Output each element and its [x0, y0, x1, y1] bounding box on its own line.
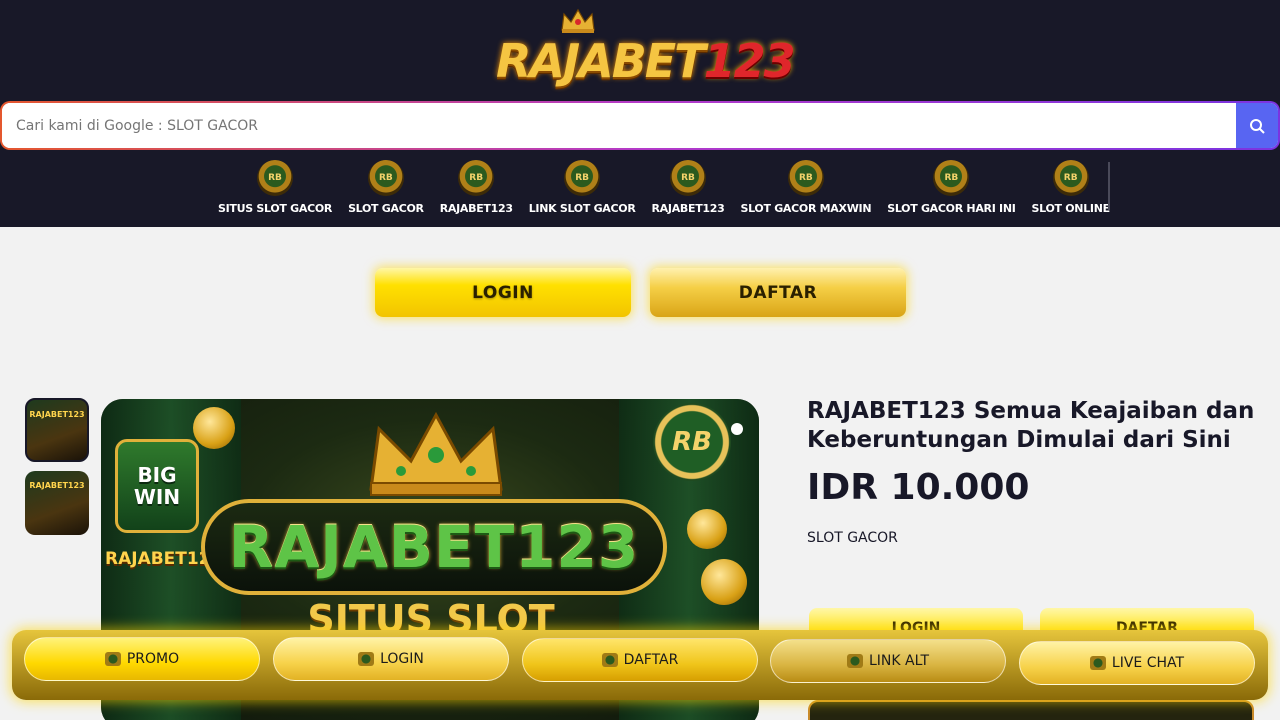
rb-chip-icon: RB [653, 403, 731, 481]
link-alt-label: LINK ALT [868, 653, 930, 669]
nav-item-rajabet123-2[interactable]: RB RAJABET123 [644, 160, 733, 216]
rb-badge-icon [1089, 656, 1106, 670]
nav-item-label: SITUS SLOT GACOR [218, 202, 333, 215]
rb-badge-icon: RB [787, 160, 824, 196]
gold-coin [687, 509, 727, 549]
thumbnail-caption: RAJABET123 [29, 410, 85, 419]
site-logo[interactable]: RAJABET123 [496, 8, 796, 88]
nav-badge-text: RB [469, 173, 484, 183]
promo-label: PROMO [126, 651, 180, 667]
logo-wordmark: RAJABET123 [496, 34, 796, 88]
nav-item-label: SLOT GACOR [348, 202, 424, 215]
nav-badge-text: RB [798, 173, 813, 183]
gold-coin [193, 407, 235, 449]
nav-item-situs-slot-gacor[interactable]: RB SITUS SLOT GACOR [210, 160, 340, 216]
category-nav: RB SITUS SLOT GACOR RB SLOT GACOR RB RAJ… [210, 160, 1118, 216]
nav-item-label: LINK SLOT GACOR [528, 202, 636, 215]
hero-title: RAJABET123 [228, 513, 640, 581]
nav-item-label: SLOT ONLINE [1031, 202, 1111, 215]
search-button[interactable] [1236, 103, 1278, 148]
login-button[interactable]: LOGIN [375, 268, 631, 317]
login-label: LOGIN [380, 651, 424, 667]
rb-badge-icon [846, 654, 863, 668]
daftar-button[interactable]: DAFTAR [650, 268, 906, 317]
nav-item-link-slot-gacor[interactable]: RB LINK SLOT GACOR [521, 160, 644, 216]
live-chat-button[interactable]: LIVE CHAT [1019, 641, 1255, 685]
rb-badge-icon [601, 653, 618, 667]
nav-item-label: RAJABET123 [439, 202, 513, 215]
bottom-daftar-button[interactable]: DAFTAR [522, 638, 758, 682]
link-alt-button[interactable]: LINK ALT [770, 639, 1006, 683]
nav-item-slot-gacor-hari-ini[interactable]: RB SLOT GACOR HARI INI [879, 160, 1023, 216]
logo-number: 123 [703, 34, 796, 88]
nav-badge-text: RB [268, 173, 282, 183]
rb-badge-icon: RB [458, 160, 495, 196]
crown-icon [561, 8, 595, 33]
product-price: IDR 10.000 [807, 467, 1030, 508]
nav-badge-text: RB [378, 173, 393, 183]
nav-badge-text: RB [1063, 173, 1078, 183]
gallery-thumbnail-1[interactable]: RAJABET123 [25, 398, 89, 462]
product-tag: SLOT GACOR [807, 530, 898, 546]
rb-badge-icon: RB [933, 160, 970, 196]
nav-item-rajabet123[interactable]: RB RAJABET123 [432, 160, 521, 216]
carousel-indicator[interactable] [731, 423, 743, 435]
search-icon [1250, 118, 1265, 134]
rb-badge-icon [358, 652, 375, 666]
gallery-thumbnail-2[interactable]: RAJABET123 [25, 471, 89, 535]
gold-coin [701, 559, 747, 605]
live-chat-label: LIVE CHAT [1111, 655, 1185, 671]
nav-item-label: SLOT GACOR MAXWIN [740, 202, 872, 215]
rb-badge-icon: RB [367, 160, 404, 196]
promo-button[interactable]: PROMO [24, 637, 260, 681]
nav-divider [1108, 162, 1110, 210]
nav-badge-text: RB [681, 173, 695, 183]
rb-badge-icon: RB [257, 160, 294, 196]
product-action-panel[interactable] [808, 700, 1254, 720]
nav-item-slot-online[interactable]: RB SLOT ONLINE [1024, 160, 1118, 216]
header: RAJABET123 RB SITUS SLOT GACOR RB SLOT G… [0, 0, 1280, 227]
nav-item-slot-gacor-maxwin[interactable]: RB SLOT GACOR MAXWIN [732, 160, 879, 216]
nav-item-label: SLOT GACOR HARI INI [887, 202, 1016, 215]
daftar-label: DAFTAR [623, 652, 679, 668]
product-title: RAJABET123 Semua Keajaiban dan Keberuntu… [807, 398, 1255, 453]
thumbnail-caption: RAJABET123 [29, 481, 85, 490]
crown-icon [369, 411, 503, 496]
nav-item-label: RAJABET123 [651, 202, 725, 215]
search-container [2, 103, 1278, 148]
nav-badge-text: RB [944, 173, 959, 183]
logo-word: RAJABET [496, 34, 706, 88]
rb-badge-icon: RB [564, 160, 601, 196]
nav-item-slot-gacor[interactable]: RB SLOT GACOR [340, 160, 432, 216]
rb-badge-icon: RB [1052, 160, 1089, 196]
bottom-login-button[interactable]: LOGIN [273, 637, 509, 681]
hero-title-banner: RAJABET123 [201, 499, 667, 595]
rb-badge-icon [104, 652, 121, 666]
search-bar [0, 101, 1280, 150]
nav-badge-text: RB [575, 173, 589, 183]
big-win-badge: BIG WIN [115, 439, 199, 533]
rb-badge-icon: RB [669, 160, 706, 196]
search-input[interactable] [2, 103, 1238, 148]
